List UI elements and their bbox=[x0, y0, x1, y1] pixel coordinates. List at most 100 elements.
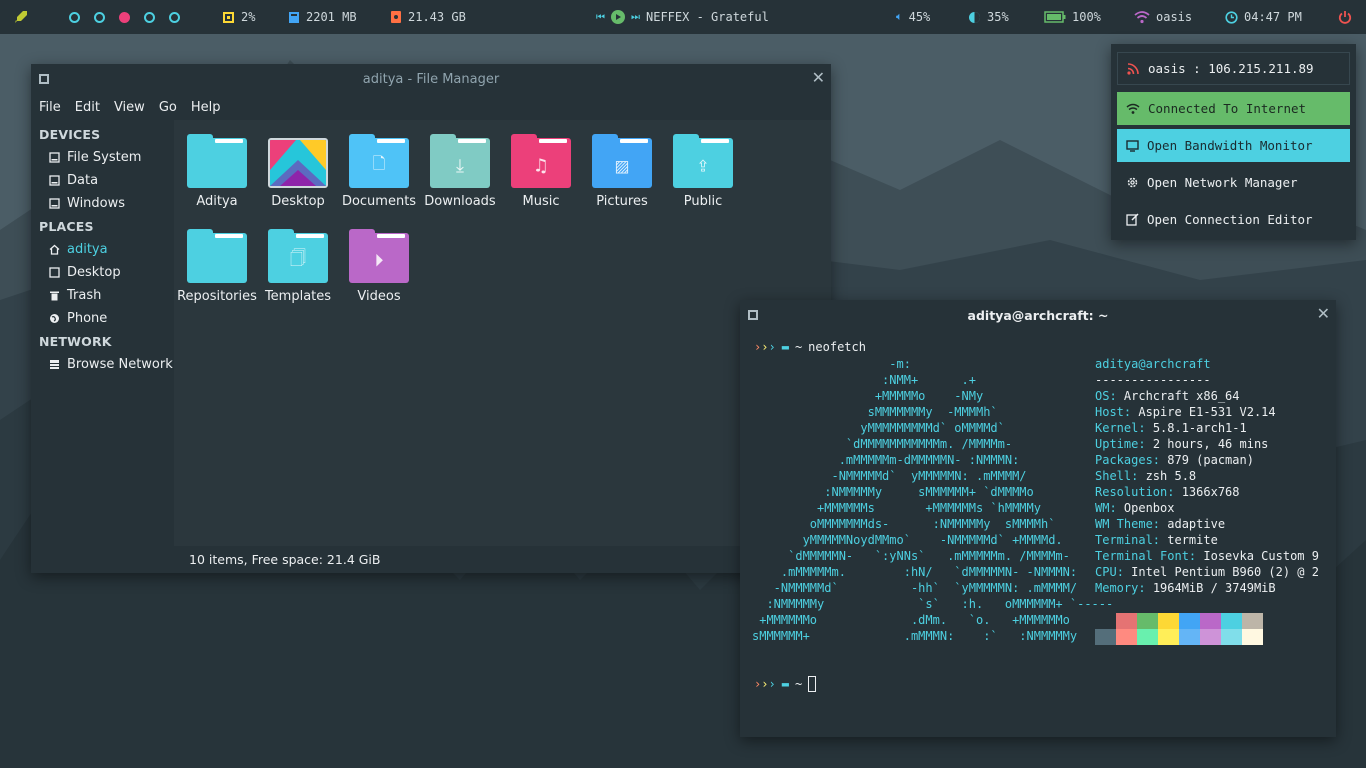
sidebar-label: Browse Network bbox=[67, 357, 173, 372]
volume-module[interactable]: 🔈︎ 45% bbox=[896, 0, 930, 34]
file-manager-window: aditya - File Manager ✕ File Edit View G… bbox=[31, 64, 831, 573]
terminal-titlebar[interactable]: aditya@archcraft: ~ ✕ bbox=[740, 300, 1336, 330]
clock-module[interactable]: 04:47 PM bbox=[1225, 0, 1302, 34]
folder-label: Repositories bbox=[177, 289, 257, 304]
rocket-icon bbox=[15, 11, 27, 23]
folder-downloads[interactable]: ⤓ Downloads bbox=[420, 134, 500, 209]
previous-track-icon[interactable]: ⏮ bbox=[596, 12, 605, 23]
color-swatch bbox=[1116, 613, 1137, 629]
info-line-host: Host: Aspire E1-531 V2.14 bbox=[1095, 405, 1276, 419]
menu-file[interactable]: File bbox=[39, 100, 61, 115]
window-menu-icon[interactable] bbox=[39, 74, 49, 84]
gear-icon bbox=[1127, 177, 1138, 188]
window-menu-icon[interactable] bbox=[748, 310, 758, 320]
folder-label: Downloads bbox=[424, 194, 496, 209]
sidebar-item-trash[interactable]: Trash bbox=[31, 284, 174, 307]
cpu-icon bbox=[223, 11, 234, 23]
sidebar-item-file-system[interactable]: File System bbox=[31, 146, 174, 169]
folder-pictures[interactable]: ▨ Pictures bbox=[582, 134, 662, 209]
wifi-icon bbox=[1134, 10, 1150, 23]
menu-edit[interactable]: Edit bbox=[75, 100, 100, 115]
next-track-icon[interactable]: ⏭ bbox=[631, 12, 640, 23]
menu-help[interactable]: Help bbox=[191, 100, 221, 115]
globe-icon bbox=[50, 314, 59, 323]
info-line-wm: WM: Openbox bbox=[1095, 501, 1175, 515]
sidebar-item-aditya[interactable]: aditya bbox=[31, 238, 174, 261]
sidebar-label: Data bbox=[67, 173, 99, 188]
file-manager-titlebar[interactable]: aditya - File Manager ✕ bbox=[31, 64, 831, 94]
folder-templates[interactable]: 🗍︎ Templates bbox=[258, 229, 338, 304]
sidebar-item-windows[interactable]: Windows bbox=[31, 192, 174, 215]
menu-item-label: Connected To Internet bbox=[1148, 101, 1307, 116]
sidebar-item-browse-network[interactable]: Browse Network bbox=[31, 353, 174, 376]
sidebar-label: Windows bbox=[67, 196, 126, 211]
folder-public[interactable]: ⇪ Public bbox=[663, 134, 743, 209]
color-swatch bbox=[1158, 613, 1179, 629]
color-swatch bbox=[1179, 629, 1200, 645]
folder-repositories[interactable]: Repositories bbox=[177, 229, 257, 304]
workspace-2[interactable] bbox=[94, 11, 105, 23]
menu-view[interactable]: View bbox=[114, 100, 145, 115]
close-icon[interactable]: ✕ bbox=[812, 70, 825, 86]
templates-folder-icon: 🗍︎ bbox=[268, 229, 328, 283]
drive-icon bbox=[49, 198, 60, 209]
cpu-module: 2% bbox=[222, 0, 255, 34]
folder-documents[interactable]: 🗋︎ Documents bbox=[339, 134, 419, 209]
workspace-4[interactable] bbox=[144, 11, 155, 23]
edit-icon bbox=[1126, 213, 1139, 226]
workspace-3[interactable] bbox=[119, 11, 130, 23]
music-folder-icon: ♫ bbox=[511, 134, 571, 188]
menu-bar: File Edit View Go Help bbox=[31, 94, 831, 120]
brightness-icon bbox=[969, 11, 980, 23]
info-line-shell: Shell: zsh 5.8 bbox=[1095, 469, 1197, 483]
brightness-module[interactable]: 35% bbox=[968, 0, 1009, 34]
sidebar-label: aditya bbox=[67, 242, 108, 257]
folder-music[interactable]: ♫ Music bbox=[501, 134, 581, 209]
folder-icon: ▬ bbox=[781, 677, 789, 691]
folder-aditya[interactable]: Aditya bbox=[177, 134, 257, 209]
workspace-5[interactable] bbox=[169, 11, 180, 23]
info-line-terminal: Terminal: termite bbox=[1095, 533, 1218, 547]
videos-folder-icon: ⏵ bbox=[349, 229, 409, 283]
desktop-icon bbox=[49, 267, 60, 278]
menu-go[interactable]: Go bbox=[159, 100, 177, 115]
command-line[interactable]: ››› ▬ ~ bbox=[754, 676, 817, 692]
color-swatch bbox=[1095, 629, 1116, 645]
sidebar-item-desktop[interactable]: Desktop bbox=[31, 261, 174, 284]
window-title: aditya@archcraft: ~ bbox=[967, 307, 1109, 323]
play-icon[interactable] bbox=[611, 10, 625, 24]
open-bandwidth-monitor-item[interactable]: Open Bandwidth Monitor bbox=[1117, 129, 1350, 162]
network-header: NETWORK bbox=[39, 334, 112, 349]
sidebar-label: Desktop bbox=[67, 265, 121, 280]
separator: ---------------- bbox=[1095, 373, 1211, 387]
color-swatch bbox=[1158, 629, 1179, 645]
info-line-cpu: CPU: Intel Pentium B960 (2) @ 2 bbox=[1095, 565, 1319, 579]
network-icon bbox=[50, 360, 59, 369]
folder-desktop[interactable]: Desktop bbox=[258, 138, 338, 209]
home-icon bbox=[49, 244, 60, 255]
window-title: aditya - File Manager bbox=[362, 71, 500, 87]
terminal-window[interactable]: aditya@archcraft: ~ ✕ ››› ▬ ~ neofetch -… bbox=[740, 300, 1336, 737]
open-connection-editor-item[interactable]: Open Connection Editor bbox=[1117, 203, 1350, 236]
color-swatch bbox=[1200, 629, 1221, 645]
sidebar-item-data[interactable]: Data bbox=[31, 169, 174, 192]
document-folder-icon: 🗋︎ bbox=[349, 134, 409, 188]
connected-status-item[interactable]: Connected To Internet bbox=[1117, 92, 1350, 125]
workspaces bbox=[69, 0, 180, 34]
launcher-button[interactable] bbox=[13, 0, 29, 34]
volume-icon: 🔈︎ bbox=[896, 10, 903, 23]
color-swatch bbox=[1221, 613, 1242, 629]
workspace-1[interactable] bbox=[69, 11, 80, 23]
close-icon[interactable]: ✕ bbox=[1317, 306, 1330, 322]
power-button[interactable] bbox=[1338, 0, 1352, 34]
places-header: PLACES bbox=[39, 219, 94, 234]
color-swatch bbox=[1200, 613, 1221, 629]
sidebar-item-phone[interactable]: Phone bbox=[31, 307, 174, 330]
info-line-uptime: Uptime: 2 hours, 46 mins bbox=[1095, 437, 1269, 451]
system-info: aditya@archcraft ---------------- OS: Ar… bbox=[1095, 356, 1319, 596]
music-module: ⏮ ⏭ NEFFEX - Grateful bbox=[596, 0, 769, 34]
wifi-module[interactable]: oasis bbox=[1134, 0, 1192, 34]
folder-videos[interactable]: ⏵ Videos bbox=[339, 229, 419, 304]
top-panel: 2% 2201 MB 21.43 GB ⏮ ⏭ NEFFEX - Gratefu… bbox=[0, 0, 1366, 34]
open-network-manager-item[interactable]: Open Network Manager bbox=[1117, 166, 1350, 199]
